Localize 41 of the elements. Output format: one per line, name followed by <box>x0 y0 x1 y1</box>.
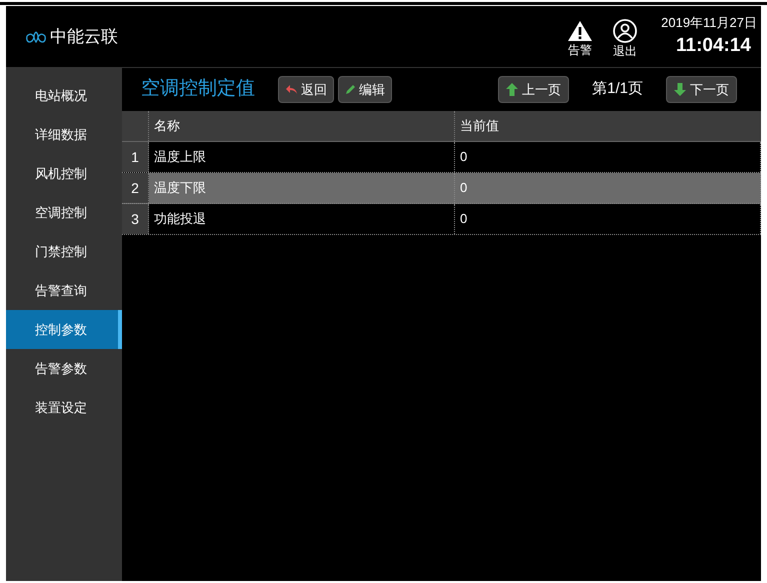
back-arrow-icon <box>285 84 298 95</box>
sidebar-item[interactable]: 空调控制 <box>6 193 122 232</box>
row-number: 1 <box>122 142 149 172</box>
back-button[interactable]: 返回 <box>278 76 334 103</box>
sidebar-item[interactable]: 告警参数 <box>6 349 122 388</box>
edit-button[interactable]: 编辑 <box>338 76 392 103</box>
warning-icon <box>567 20 594 42</box>
logo-icon <box>25 30 47 44</box>
user-icon <box>613 18 638 42</box>
sidebar-item[interactable]: 门禁控制 <box>6 232 122 271</box>
sidebar-item[interactable]: 告警查询 <box>6 271 122 310</box>
page-indicator: 第1/1页 <box>592 79 643 100</box>
page-title: 空调控制定值 <box>141 77 255 102</box>
column-header: 当前值 <box>459 117 500 136</box>
sidebar-item[interactable]: 详细数据 <box>6 115 122 154</box>
table-cell: 0 <box>455 142 761 172</box>
logout-button[interactable]: 退出 <box>613 18 638 58</box>
table-cell: 温度上限 <box>149 142 455 172</box>
table-row[interactable]: 2 温度下限 0 <box>122 173 761 204</box>
column-header: 名称 <box>149 111 455 141</box>
table-row[interactable]: 3 功能投退 0 <box>122 204 761 235</box>
time-text: 11:04:14 <box>676 34 751 58</box>
sidebar-item[interactable]: 装置设定 <box>6 388 122 427</box>
table-cell: 0 <box>455 204 761 234</box>
next-page-button[interactable]: 下一页 <box>666 76 737 103</box>
pencil-icon <box>345 84 356 95</box>
row-number: 3 <box>122 204 149 234</box>
prev-page-button[interactable]: 上一页 <box>498 76 570 103</box>
table-row[interactable]: 1 温度上限 0 <box>122 142 761 173</box>
table-cell: 温度下限 <box>149 173 455 203</box>
up-arrow-icon <box>506 83 518 96</box>
sidebar-item[interactable]: 电站概况 <box>6 76 122 115</box>
logo-text: 中能云联 <box>50 26 118 48</box>
row-number: 2 <box>122 173 149 203</box>
alarm-button[interactable]: 告警 <box>567 20 594 58</box>
table-cell: 0 <box>455 173 761 203</box>
date-text: 2019年11月27日 <box>661 14 757 32</box>
sidebar-item[interactable]: 风机控制 <box>6 154 122 193</box>
table-cell: 功能投退 <box>149 204 455 234</box>
sidebar-item[interactable]: 控制参数 <box>6 310 122 349</box>
down-arrow-icon <box>674 83 686 96</box>
